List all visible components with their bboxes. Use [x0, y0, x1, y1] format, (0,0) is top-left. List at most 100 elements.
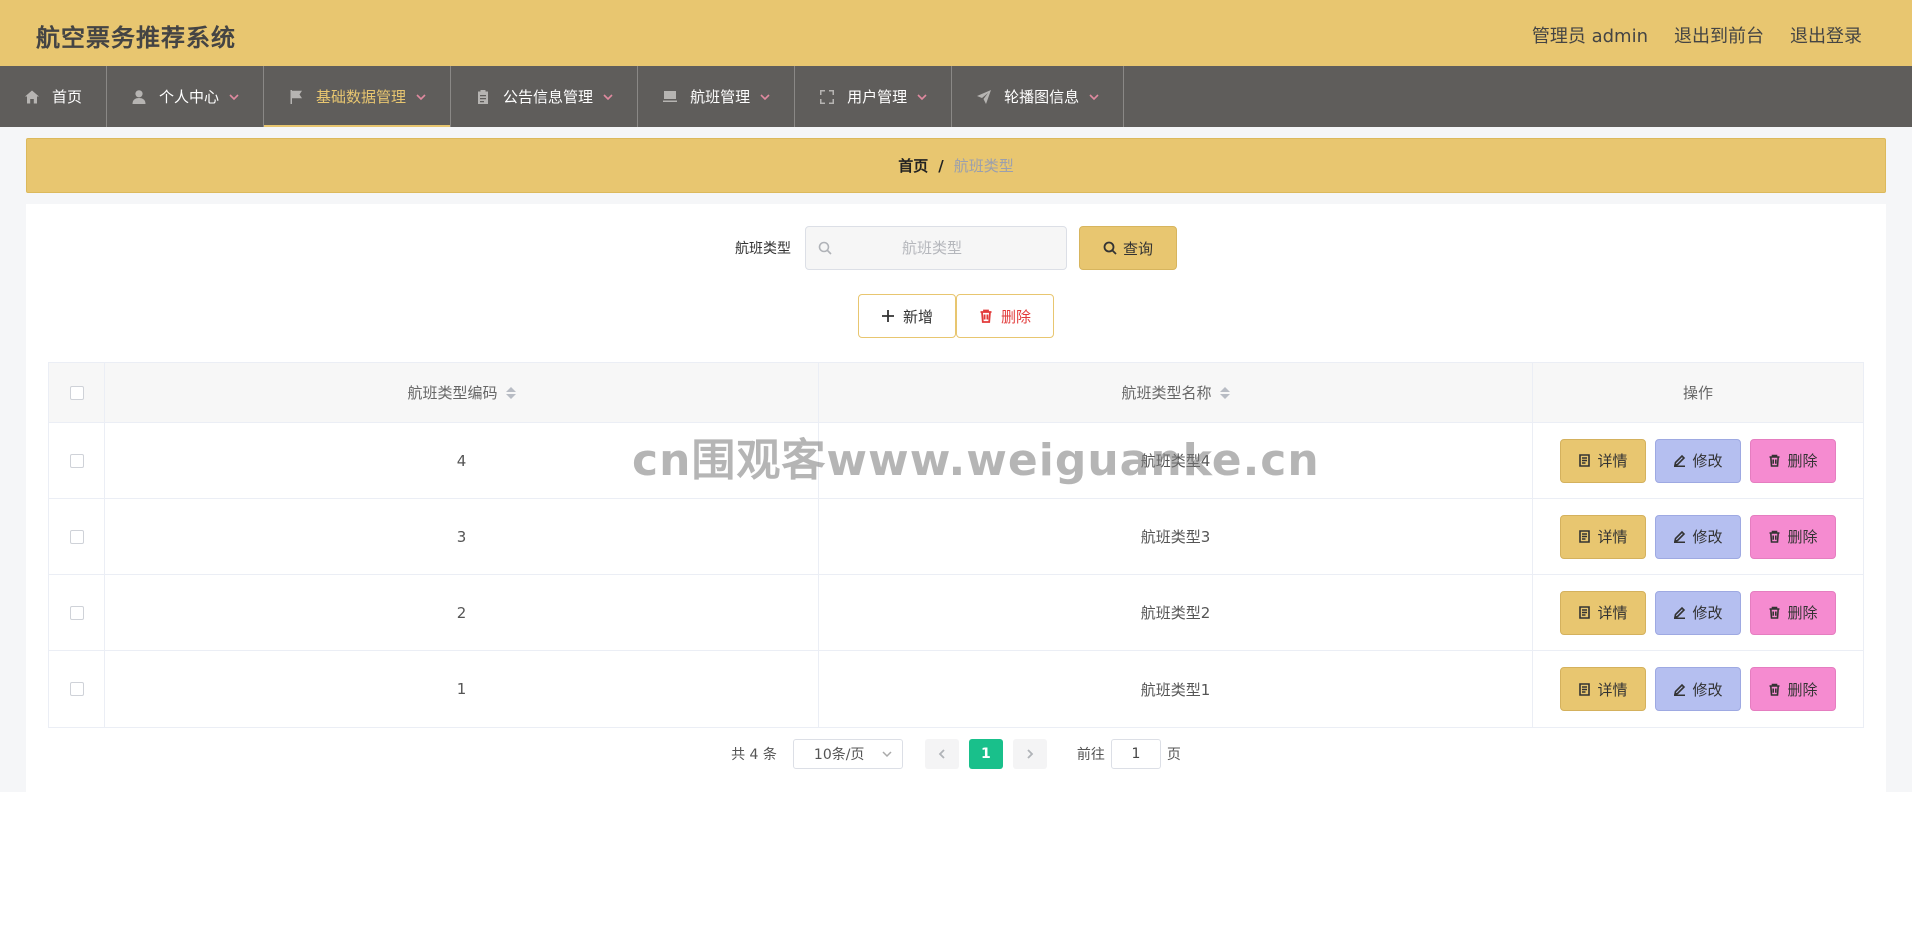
detail-label: 详情 — [1597, 528, 1628, 546]
prev-page-button[interactable] — [924, 739, 959, 769]
header-name[interactable]: 航班类型名称 — [819, 363, 1533, 422]
trash-icon — [980, 309, 992, 323]
chevron-down-icon — [917, 92, 927, 102]
chevron-down-icon — [882, 751, 892, 758]
delete-label: 删除 — [1787, 452, 1818, 470]
page-number-current[interactable]: 1 — [968, 739, 1003, 769]
row-check-cell — [49, 423, 105, 498]
nav-item-home[interactable]: 首页 — [0, 66, 108, 127]
goto-page-input[interactable] — [1110, 739, 1161, 769]
breadcrumb-home[interactable]: 首页 — [898, 155, 928, 176]
row-checkbox[interactable] — [69, 453, 84, 468]
edit-icon — [1674, 454, 1686, 467]
document-icon — [1579, 454, 1591, 467]
nav-item-flight[interactable]: 航班管理 — [638, 66, 796, 127]
next-page-button[interactable] — [1012, 739, 1047, 769]
delete-button[interactable]: 删除 — [1750, 438, 1836, 483]
edit-icon — [1674, 683, 1686, 696]
row-checkbox[interactable] — [69, 529, 84, 544]
delete-label: 删除 — [1787, 680, 1818, 699]
row-checkbox[interactable] — [69, 605, 84, 620]
delete-button[interactable]: 删除 — [1750, 590, 1836, 635]
header-check-cell — [49, 363, 105, 422]
nav-item-personal-center[interactable]: 个人中心 — [107, 66, 265, 127]
delete-button[interactable]: 删除 — [1750, 514, 1836, 559]
nav-item-user-manage[interactable]: 用户管理 — [795, 66, 953, 127]
cell-code: 3 — [105, 499, 819, 574]
nav-item-label: 用户管理 — [847, 88, 908, 106]
home-icon — [24, 89, 40, 105]
cell-ops: 详情 修改 删除 — [1533, 651, 1863, 727]
edit-label: 修改 — [1692, 452, 1723, 470]
row-check-cell — [49, 575, 105, 650]
nav-item-label: 航班管理 — [690, 88, 751, 106]
select-all-checkbox[interactable] — [69, 385, 84, 400]
chevron-down-icon — [760, 92, 770, 102]
detail-button[interactable]: 详情 — [1560, 438, 1646, 483]
nav-item-base-data[interactable]: 基础数据管理 — [264, 66, 452, 127]
content-panel: 航班类型 查询 新增 删除 航班类型编码 航班类型名称 — [26, 204, 1886, 792]
send-icon — [976, 89, 992, 105]
header-ops-label: 操作 — [1682, 384, 1713, 402]
cell-name: 航班类型4 — [819, 423, 1533, 498]
back-to-frontend-link[interactable]: 退出到前台 — [1674, 22, 1764, 48]
add-button-label: 新增 — [902, 307, 933, 326]
table-row: 3 航班类型3 详情 修改 删除 — [49, 499, 1863, 575]
delete-button[interactable]: 删除 — [1750, 667, 1836, 711]
delete-label: 删除 — [1787, 528, 1818, 546]
cell-code: 2 — [105, 575, 819, 650]
trash-icon — [1769, 683, 1780, 696]
nav-item-label: 轮播图信息 — [1004, 88, 1080, 106]
goto-page: 前往 页 — [1077, 739, 1181, 769]
top-links: 管理员 admin 退出到前台 退出登录 — [1532, 22, 1862, 48]
trash-icon — [1769, 454, 1780, 467]
action-row: 新增 删除 — [26, 294, 1886, 338]
detail-button[interactable]: 详情 — [1560, 514, 1646, 559]
nav-item-notice[interactable]: 公告信息管理 — [451, 66, 639, 127]
add-button[interactable]: 新增 — [857, 294, 956, 338]
search-icon — [818, 241, 832, 255]
detail-button[interactable]: 详情 — [1560, 667, 1646, 711]
chevron-left-icon — [938, 749, 945, 759]
cell-ops: 详情 修改 删除 — [1533, 575, 1863, 650]
search-icon — [1103, 241, 1117, 255]
document-icon — [1579, 682, 1591, 696]
edit-button[interactable]: 修改 — [1655, 514, 1741, 559]
edit-label: 修改 — [1692, 604, 1723, 622]
clipboard-icon — [475, 89, 491, 105]
cell-ops: 详情 修改 删除 — [1533, 423, 1863, 498]
data-table: 航班类型编码 航班类型名称 操作 4 航班类型4 详情 修改 删除 3 航班类型… — [48, 362, 1864, 728]
table-row: 4 航班类型4 详情 修改 删除 — [49, 423, 1863, 499]
nav-item-carousel[interactable]: 轮播图信息 — [952, 66, 1125, 127]
row-checkbox[interactable] — [69, 682, 84, 696]
nav-item-label: 首页 — [52, 88, 83, 106]
page-size-value: 10条/页 — [813, 747, 865, 763]
search-input[interactable] — [832, 239, 1032, 257]
batch-delete-button[interactable]: 删除 — [956, 294, 1055, 338]
document-icon — [1579, 530, 1591, 543]
goto-label: 前往 — [1076, 747, 1105, 763]
edit-button[interactable]: 修改 — [1655, 667, 1741, 711]
search-box[interactable] — [805, 226, 1067, 270]
table-row: 1 航班类型1 详情 修改 删除 — [49, 651, 1863, 727]
detail-button[interactable]: 详情 — [1560, 590, 1646, 635]
detail-label: 详情 — [1597, 452, 1628, 470]
sort-icon[interactable] — [505, 386, 516, 399]
header-code-label: 航班类型编码 — [407, 384, 498, 402]
app-title: 航空票务推荐系统 — [36, 24, 236, 52]
sort-icon[interactable] — [1219, 386, 1230, 399]
chevron-down-icon — [229, 92, 239, 102]
edit-button[interactable]: 修改 — [1655, 438, 1741, 483]
edit-button[interactable]: 修改 — [1655, 590, 1741, 635]
trash-icon — [1769, 530, 1780, 543]
goto-suffix: 页 — [1166, 747, 1181, 763]
cell-code: 4 — [105, 423, 819, 498]
logout-link[interactable]: 退出登录 — [1790, 22, 1862, 48]
trash-icon — [1769, 606, 1780, 619]
header-code[interactable]: 航班类型编码 — [105, 363, 819, 422]
page-size-select[interactable]: 10条/页 — [792, 739, 903, 769]
admin-user-label[interactable]: 管理员 admin — [1532, 22, 1648, 48]
query-button[interactable]: 查询 — [1079, 226, 1177, 270]
edit-icon — [1674, 530, 1686, 543]
nav-item-label: 公告信息管理 — [503, 88, 594, 106]
